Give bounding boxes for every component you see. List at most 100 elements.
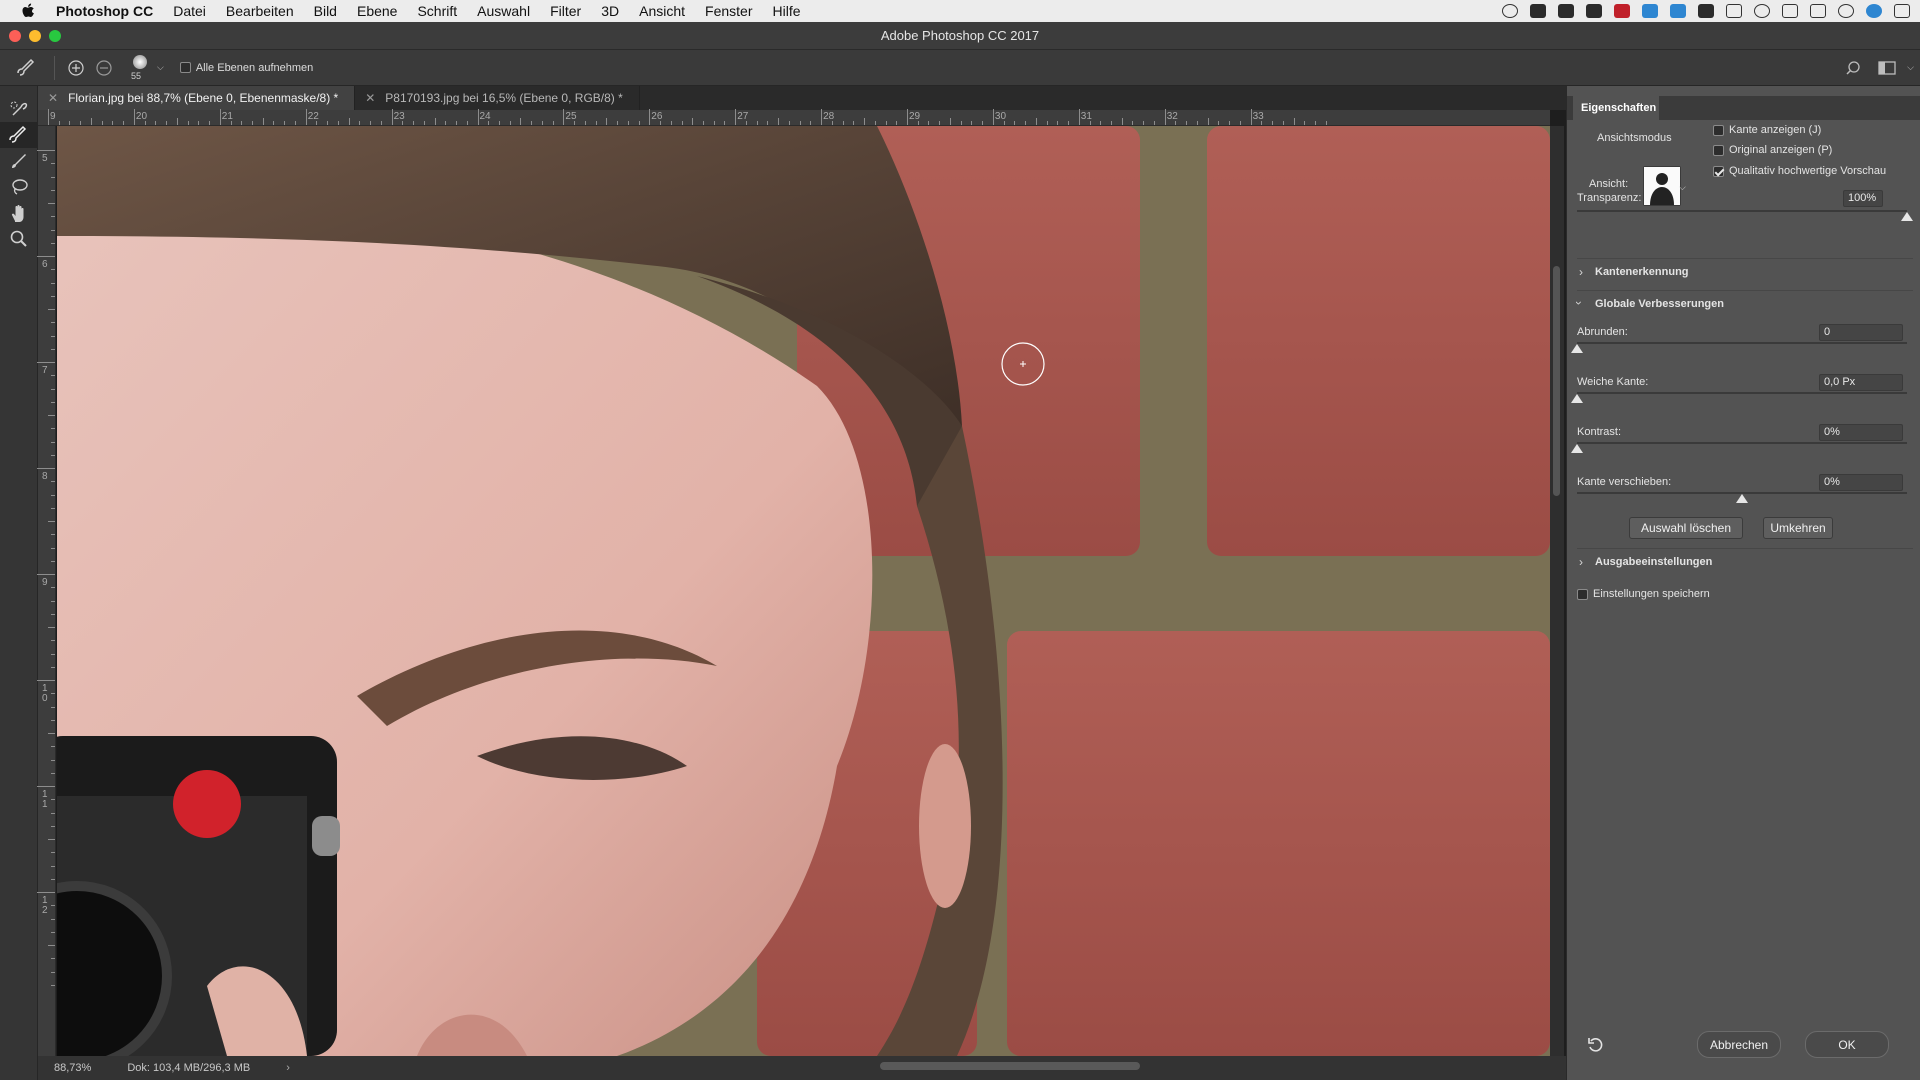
tab-florian[interactable]: ✕ Florian.jpg bei 88,7% (Ebene 0, Ebenen…	[38, 86, 356, 110]
vertical-scroll-thumb[interactable]	[1553, 266, 1560, 496]
ruler-tick	[284, 121, 286, 125]
menu-auswahl[interactable]: Auswahl	[477, 3, 530, 19]
app-blue-icon[interactable]	[1642, 4, 1658, 18]
output-settings-heading[interactable]: Ausgabeeinstellungen	[1595, 556, 1712, 568]
tab-p8170193[interactable]: ✕ P8170193.jpg bei 16,5% (Ebene 0, RGB/8…	[355, 86, 640, 110]
smooth-slider-knob[interactable]	[1571, 344, 1583, 353]
menu-app-name[interactable]: Photoshop CC	[56, 3, 153, 19]
printer-icon[interactable]	[1698, 4, 1714, 18]
show-original-checkbox[interactable]	[1713, 144, 1724, 156]
menu-fenster[interactable]: Fenster	[705, 3, 752, 19]
global-refinements-heading[interactable]: Globale Verbesserungen	[1595, 298, 1724, 310]
feather-slider-track[interactable]	[1577, 392, 1907, 394]
ruler-tick	[51, 918, 55, 920]
contrast-slider-knob[interactable]	[1571, 444, 1583, 453]
minimize-window-icon[interactable]	[29, 30, 41, 42]
menu-bild[interactable]: Bild	[314, 3, 337, 19]
ruler-tick	[1111, 121, 1112, 125]
subtract-mode-icon[interactable]	[93, 57, 115, 79]
close-window-icon[interactable]	[9, 30, 21, 42]
contrast-field[interactable]: 0%	[1819, 424, 1903, 441]
status-menu-chevron-icon[interactable]: ›	[286, 1062, 290, 1074]
menu-ebene[interactable]: Ebene	[357, 3, 397, 19]
menu-bearbeiten[interactable]: Bearbeiten	[226, 3, 294, 19]
screen-mirroring-icon[interactable]	[1726, 4, 1742, 18]
brush-tool-icon[interactable]	[0, 148, 38, 174]
close-tab-icon[interactable]: ✕	[48, 91, 58, 105]
dropbox-icon[interactable]	[1670, 4, 1686, 18]
transparency-field[interactable]: 100%	[1843, 190, 1883, 207]
view-mode-chevron-icon[interactable]: ⌵	[1679, 182, 1686, 193]
horizontal-ruler[interactable]: 9 20 21 22 23 24 25 26 27 28 29 30 31 32 33	[38, 109, 1550, 126]
refine-brush-tool-icon[interactable]	[16, 57, 38, 79]
brush-size-picker[interactable]: 55	[125, 51, 155, 85]
app-red-icon[interactable]	[1614, 4, 1630, 18]
zoom-level[interactable]: 88,73%	[54, 1062, 91, 1074]
transparency-slider-knob[interactable]	[1901, 212, 1913, 221]
lasso-tool-icon[interactable]	[0, 174, 38, 200]
clear-selection-button[interactable]: Auswahl löschen	[1629, 517, 1743, 539]
edge-detection-chevron-icon[interactable]: ›	[1579, 265, 1583, 279]
vertical-scrollbar[interactable]	[1550, 126, 1564, 1056]
global-refinements-chevron-icon[interactable]: ›	[1572, 301, 1586, 305]
ok-button[interactable]: OK	[1805, 1031, 1889, 1058]
workspace-icon[interactable]	[1876, 57, 1898, 79]
smooth-field[interactable]: 0	[1819, 324, 1903, 341]
menu-schrift[interactable]: Schrift	[417, 3, 457, 19]
view-mode-thumbnail[interactable]	[1643, 166, 1681, 206]
remember-settings-checkbox[interactable]	[1577, 588, 1588, 600]
zoom-window-icon[interactable]	[49, 30, 61, 42]
reset-icon[interactable]	[1587, 1036, 1607, 1056]
ruler-tick	[51, 799, 55, 801]
menu-ansicht[interactable]: Ansicht	[639, 3, 685, 19]
siri-icon[interactable]	[1866, 4, 1882, 18]
notification-center-icon[interactable]	[1894, 4, 1910, 18]
quick-selection-tool-icon[interactable]	[0, 96, 38, 122]
wifi-icon[interactable]	[1810, 4, 1826, 18]
spotlight-icon[interactable]	[1838, 4, 1854, 18]
ruler-tick	[51, 600, 55, 602]
record-icon[interactable]	[1502, 4, 1518, 18]
sample-all-layers-checkbox[interactable]	[179, 62, 191, 73]
ruler-tick	[51, 971, 55, 973]
vertical-ruler[interactable]: 5 6 7 8 9 1 0 1 1 1 2	[37, 126, 56, 1056]
output-settings-chevron-icon[interactable]: ›	[1579, 555, 1583, 569]
show-edge-checkbox[interactable]	[1713, 124, 1724, 136]
invert-button[interactable]: Umkehren	[1763, 517, 1833, 539]
feather-field[interactable]: 0,0 Px	[1819, 374, 1903, 391]
ruler-tick	[37, 256, 55, 257]
hand-tool-icon[interactable]	[0, 200, 38, 226]
ruler-tick	[1239, 121, 1241, 125]
hq-preview-checkbox[interactable]	[1713, 165, 1724, 177]
airplay-icon[interactable]	[1530, 4, 1546, 18]
display-icon[interactable]	[1558, 4, 1574, 18]
add-mode-icon[interactable]	[65, 57, 87, 79]
document-canvas[interactable]	[57, 126, 1550, 1056]
menu-datei[interactable]: Datei	[173, 3, 206, 19]
cancel-button[interactable]: Abbrechen	[1697, 1031, 1781, 1058]
smooth-slider-track[interactable]	[1577, 342, 1907, 344]
horizontal-scroll-thumb[interactable]	[880, 1062, 1140, 1070]
zoom-tool-icon[interactable]	[0, 226, 38, 252]
time-machine-icon[interactable]	[1754, 4, 1770, 18]
cloud-icon[interactable]	[1586, 4, 1602, 18]
shift-edge-slider-knob[interactable]	[1736, 494, 1748, 503]
bluetooth-icon[interactable]	[1782, 4, 1798, 18]
apple-icon[interactable]	[18, 0, 40, 22]
workspace-chevron-icon[interactable]: ⌵	[1907, 62, 1914, 73]
ruler-tick	[37, 574, 55, 575]
shift-edge-field[interactable]: 0%	[1819, 474, 1903, 491]
refine-edge-brush-tool-icon[interactable]	[0, 122, 38, 148]
contrast-slider-track[interactable]	[1577, 442, 1907, 444]
close-tab-icon[interactable]: ✕	[365, 91, 375, 105]
show-edge-label: Kante anzeigen (J)	[1729, 124, 1822, 136]
transparency-slider-track[interactable]	[1577, 210, 1907, 212]
edge-detection-heading[interactable]: Kantenerkennung	[1595, 266, 1689, 278]
menu-filter[interactable]: Filter	[550, 3, 581, 19]
feather-slider-knob[interactable]	[1571, 394, 1583, 403]
tab-properties[interactable]: Eigenschaften	[1573, 96, 1659, 120]
menu-3d[interactable]: 3D	[601, 3, 619, 19]
menu-hilfe[interactable]: Hilfe	[773, 3, 801, 19]
brush-dropdown-chevron-icon[interactable]: ⌵	[157, 62, 164, 73]
search-icon[interactable]	[1842, 57, 1864, 79]
